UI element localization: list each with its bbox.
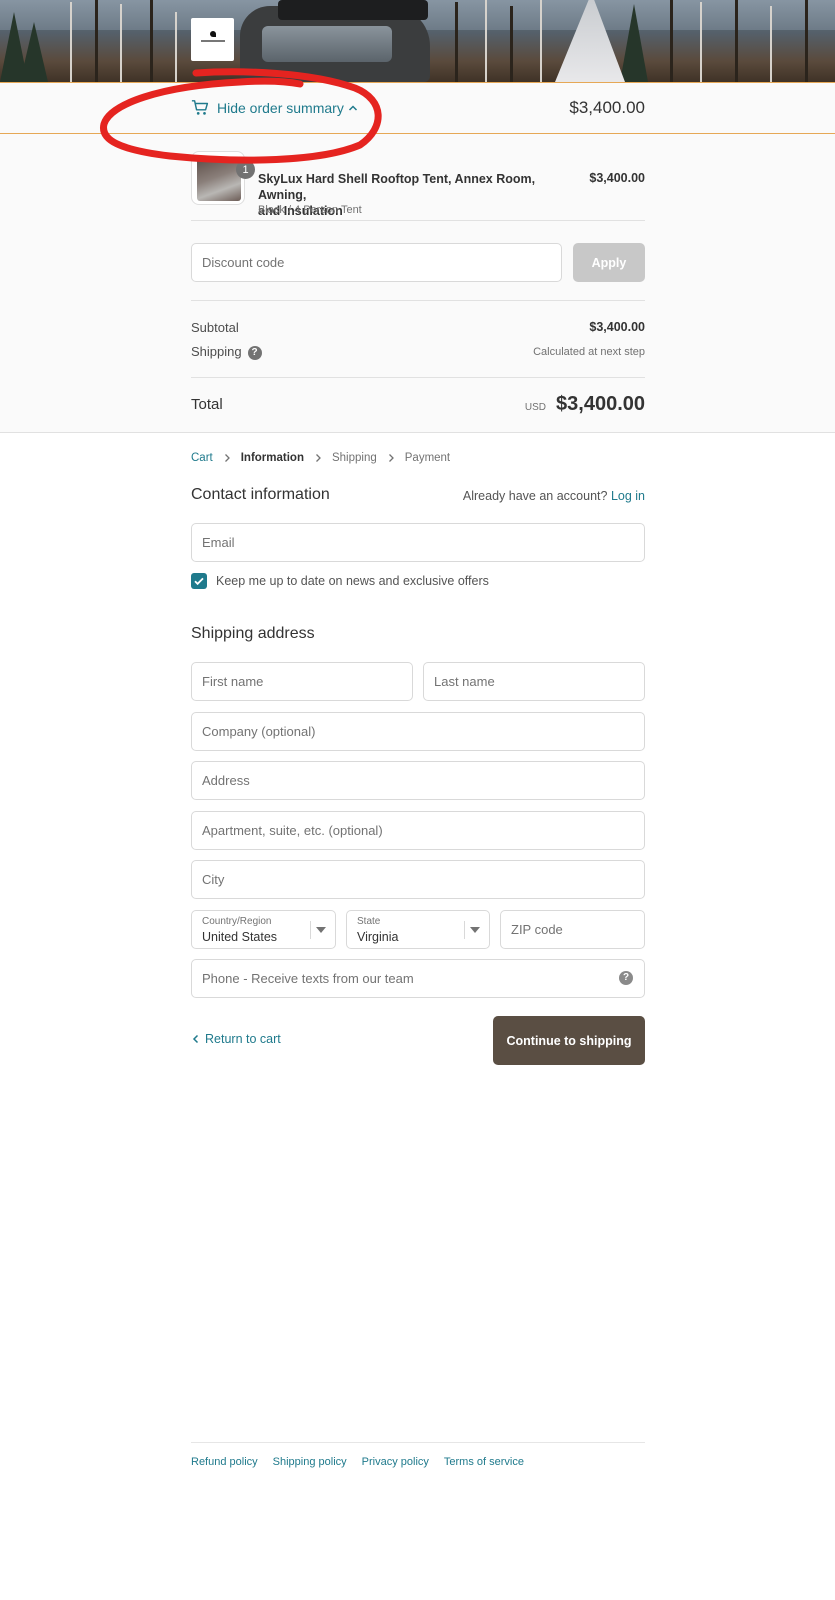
chevron-right-icon <box>316 454 321 462</box>
apply-discount-button[interactable]: Apply <box>573 243 645 282</box>
phone-field[interactable] <box>191 959 645 998</box>
footer-divider <box>191 1442 645 1443</box>
banner-tree <box>485 0 487 82</box>
caret-down-icon <box>470 927 480 933</box>
shipping-policy-link[interactable]: Shipping policy <box>273 1456 347 1468</box>
product-price: $3,400.00 <box>589 171 645 185</box>
state-select[interactable]: State Virginia <box>346 910 490 949</box>
divider <box>191 220 645 221</box>
help-icon[interactable]: ? <box>247 345 262 360</box>
footer-links: Refund policy Shipping policy Privacy po… <box>191 1456 539 1468</box>
breadcrumb: Cart Information Shipping Payment <box>191 452 450 464</box>
chevron-right-icon <box>388 454 394 462</box>
return-to-cart-link[interactable]: Return to cart <box>191 1032 281 1046</box>
banner-tree <box>510 6 513 82</box>
breadcrumb-payment: Payment <box>404 452 451 464</box>
banner-windshield <box>262 26 392 62</box>
breadcrumb-information: Information <box>240 452 304 464</box>
currency-code: USD <box>524 402 547 413</box>
contact-section-title: Contact information <box>191 486 330 503</box>
quantity-badge: 1 <box>236 160 255 179</box>
login-link[interactable]: Log in <box>611 489 645 503</box>
checkmark-icon <box>194 577 204 586</box>
newsletter-checkbox[interactable] <box>191 573 207 589</box>
banner-tree <box>805 0 808 82</box>
subtotal-label: Subtotal <box>191 320 239 335</box>
line-item: 1 SkyLux Hard Shell Rooftop Tent, Annex … <box>191 151 645 218</box>
divider <box>191 300 645 301</box>
country-select[interactable]: Country/Region United States <box>191 910 336 949</box>
privacy-policy-link[interactable]: Privacy policy <box>362 1456 429 1468</box>
apartment-field[interactable] <box>191 811 645 850</box>
banner-rooftop-tent <box>278 0 428 20</box>
order-summary-panel: 1 SkyLux Hard Shell Rooftop Tent, Annex … <box>0 134 835 433</box>
order-summary-toggle-label: Hide order summary <box>217 100 344 116</box>
city-field[interactable] <box>191 860 645 899</box>
subtotal-value: $3,400.00 <box>589 320 645 334</box>
account-prompt: Already have an account? Log in <box>463 489 645 503</box>
total-amount-group: USD $3,400.00 <box>525 393 645 416</box>
breadcrumb-cart[interactable]: Cart <box>191 452 213 464</box>
state-value: Virginia <box>357 930 399 944</box>
select-divider <box>464 921 465 939</box>
divider <box>191 377 645 378</box>
shipping-row-label: Shipping? <box>191 344 262 360</box>
company-field[interactable] <box>191 712 645 751</box>
banner-tree <box>20 22 48 82</box>
address-field[interactable] <box>191 761 645 800</box>
banner-tree <box>455 2 458 82</box>
product-variant: Black / 4 Person Tent <box>258 204 362 216</box>
terms-of-service-link[interactable]: Terms of service <box>444 1456 524 1468</box>
summary-bar-total: $3,400.00 <box>569 98 645 117</box>
banner-tree <box>735 0 738 82</box>
last-name-field[interactable] <box>423 662 645 701</box>
chevron-right-icon <box>224 454 230 462</box>
breadcrumb-shipping: Shipping <box>331 452 377 464</box>
logo-mark-icon <box>200 30 225 45</box>
product-thumbnail <box>191 151 245 205</box>
phone-help-icon[interactable]: ? <box>619 971 633 985</box>
total-amount: $3,400.00 <box>556 393 645 415</box>
continue-to-shipping-button[interactable]: Continue to shipping <box>493 1016 645 1065</box>
product-name-line-1: SkyLux Hard Shell Rooftop Tent, Annex Ro… <box>258 172 536 202</box>
order-summary-toggle-bar: Hide order summary $3,400.00 <box>0 82 835 134</box>
zip-code-field[interactable] <box>500 910 645 949</box>
select-divider <box>310 921 311 939</box>
banner-tree <box>120 4 122 82</box>
shipping-value: Calculated at next step <box>533 346 645 358</box>
first-name-field[interactable] <box>191 662 413 701</box>
header-banner <box>0 0 835 82</box>
banner-tree <box>620 4 648 82</box>
banner-tree <box>700 2 702 82</box>
banner-tree <box>770 6 772 82</box>
email-field[interactable] <box>191 523 645 562</box>
banner-tree <box>150 0 153 82</box>
banner-tree <box>95 0 98 82</box>
refund-policy-link[interactable]: Refund policy <box>191 1456 258 1468</box>
banner-tree <box>540 0 542 82</box>
banner-tree <box>175 12 177 82</box>
total-label: Total <box>191 396 223 413</box>
banner-tree <box>670 0 673 82</box>
banner-tree <box>70 2 72 82</box>
chevron-left-icon <box>192 1034 199 1044</box>
store-logo[interactable] <box>191 18 234 61</box>
country-value: United States <box>202 930 278 944</box>
account-prompt-text: Already have an account? <box>462 489 608 503</box>
return-to-cart-label: Return to cart <box>205 1032 281 1046</box>
country-caption: Country/Region <box>202 916 272 927</box>
caret-down-icon <box>316 927 326 933</box>
newsletter-label: Keep me up to date on news and exclusive… <box>216 574 489 588</box>
shipping-address-title: Shipping address <box>191 625 315 642</box>
state-caption: State <box>357 916 381 927</box>
discount-code-input[interactable] <box>191 243 562 282</box>
shipping-label: Shipping <box>191 344 242 359</box>
order-summary-toggle[interactable]: Hide order summary <box>191 99 358 117</box>
chevron-up-icon <box>348 105 357 111</box>
cart-icon <box>191 100 209 115</box>
